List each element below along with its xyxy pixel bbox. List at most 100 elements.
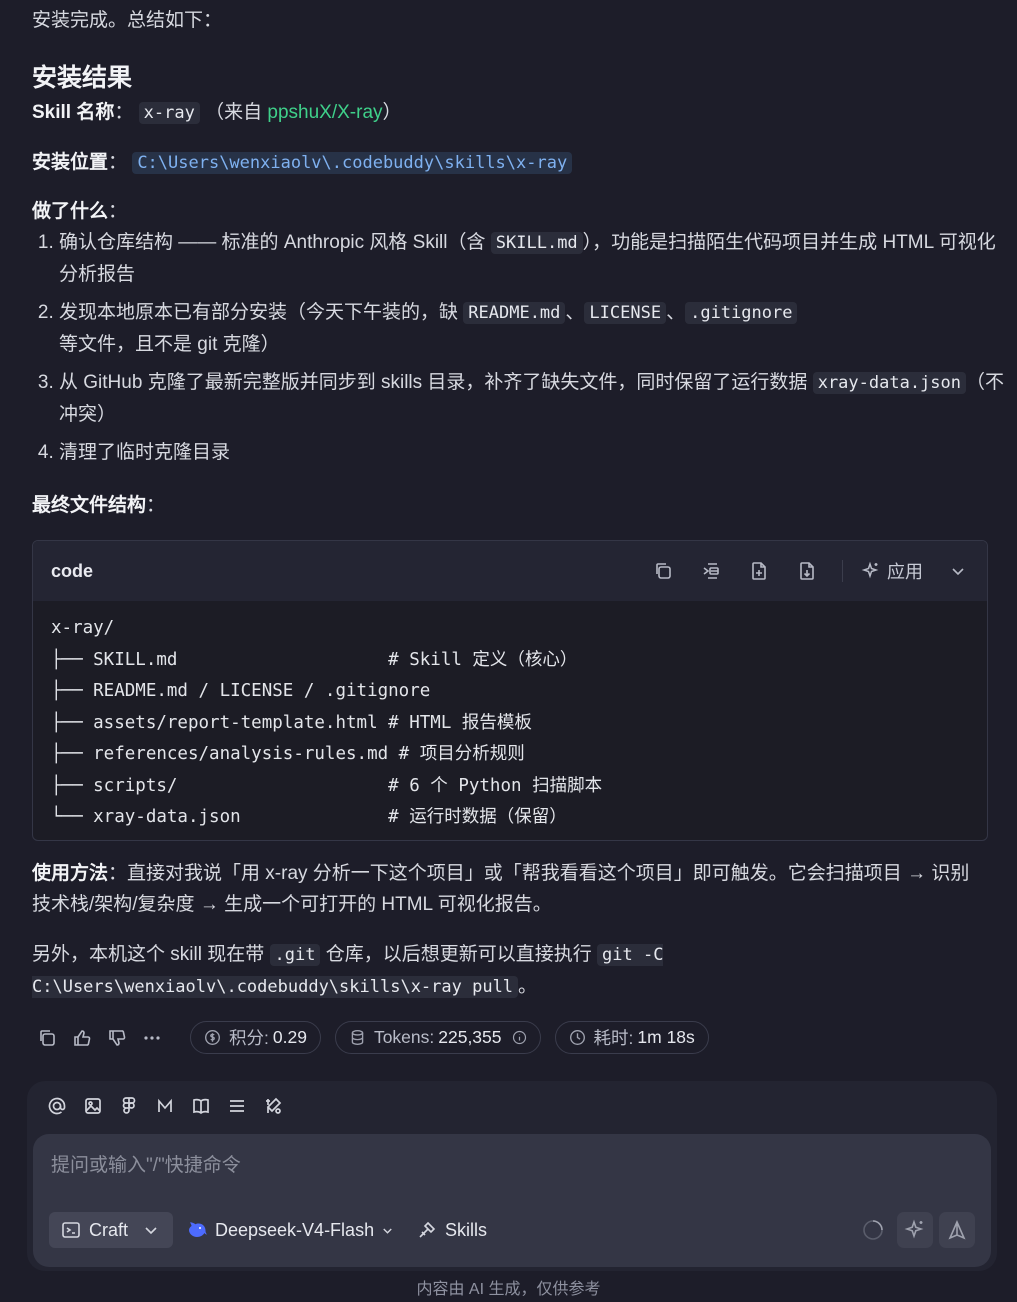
prompt-input[interactable]	[49, 1148, 973, 1192]
save-file-icon[interactable]	[796, 560, 818, 582]
list-item: 确认仓库结构 —— 标准的 Anthropic 风格 Skill（含 SKILL…	[59, 227, 1014, 290]
skill-name-code: x-ray	[138, 102, 200, 124]
sparkle-icon	[904, 1219, 924, 1239]
skill-name-line: Skill 名称： x-ray （来自 ppshuX/X-ray）	[32, 97, 402, 129]
step-code: xray-data.json	[812, 372, 966, 394]
code-line: └── xray-data.json # 运行时数据（保留）	[51, 807, 567, 827]
separator: 、	[666, 302, 686, 323]
chat-message-tail: 使用方法：直接对我说「用 x-ray 分析一下这个项目」或「帮我看看这个项目」即…	[32, 858, 987, 1003]
usage-paragraph: 使用方法：直接对我说「用 x-ray 分析一下这个项目」或「帮我看看这个项目」即…	[32, 858, 987, 920]
image-icon[interactable]	[82, 1095, 104, 1117]
source-link[interactable]: ppshuX/X-ray	[267, 102, 382, 123]
code-line: ├── scripts/ # 6 个 Python 扫描脚本	[51, 775, 603, 796]
colon: ：	[108, 201, 128, 222]
mode-select[interactable]: Craft	[49, 1212, 173, 1248]
thumbs-up-icon[interactable]	[71, 1027, 93, 1049]
divider	[842, 560, 843, 582]
code-block: code 应用 x-ray/ ├── SKILL.md # Skill 定义（核…	[32, 540, 988, 841]
source-prefix: （来自	[205, 102, 268, 123]
time-value: 1m 18s	[637, 1027, 695, 1047]
step-text: 发现本地原本已有部分安装（今天下午装的，缺	[59, 302, 464, 323]
list-item: 从 GitHub 克隆了最新完整版并同步到 skills 目录，补齐了缺失文件，…	[59, 367, 1014, 430]
info-icon[interactable]	[512, 1030, 527, 1045]
colon: ：	[146, 495, 166, 516]
step-text: 等文件，且不是 git 克隆）	[59, 334, 280, 355]
usage-label: 使用方法	[32, 863, 109, 884]
insert-icon[interactable]	[700, 560, 722, 582]
composer-toolbar	[46, 1095, 298, 1117]
usage-text: ：直接对我说「用 x-ray 分析一下这个项目」或「帮我看看这个项目」即可触发。…	[32, 863, 970, 915]
apply-label: 应用	[887, 562, 923, 582]
composer-actions	[849, 1212, 975, 1248]
skill-name-label: Skill 名称	[32, 102, 115, 123]
list-icon[interactable]	[226, 1095, 248, 1117]
chevron-down-icon[interactable]	[947, 560, 969, 582]
tools-icon	[419, 1221, 436, 1238]
apply-button[interactable]: 应用	[861, 558, 923, 584]
m-icon[interactable]	[154, 1095, 176, 1117]
done-label: 做了什么	[32, 201, 109, 222]
done-line: 做了什么：	[32, 196, 127, 227]
at-icon[interactable]	[46, 1095, 68, 1117]
separator: 、	[565, 302, 585, 323]
disclaimer: 内容由 AI 生成，仅供参考	[416, 1281, 601, 1298]
credits-label: 积分:	[229, 1028, 269, 1048]
code-line: x-ray/	[51, 618, 115, 638]
database-icon	[351, 1030, 364, 1045]
code-content: x-ray/ ├── SKILL.md # Skill 定义（核心） ├── R…	[33, 601, 987, 840]
skills-label: Skills	[445, 1219, 488, 1240]
figma-icon[interactable]	[118, 1095, 140, 1117]
step-text: 从 GitHub 克隆了最新完整版并同步到 skills 目录，补齐了缺失文件，…	[59, 372, 813, 393]
time-label: 耗时:	[593, 1028, 634, 1048]
code-line: ├── README.md / LICENSE / .gitignore	[51, 681, 431, 701]
model-select[interactable]: Deepseek-V4-Flash	[186, 1219, 395, 1241]
structure-label: 最终文件结构	[32, 495, 147, 516]
copy-icon[interactable]	[652, 560, 674, 582]
structure-line: 最终文件结构：	[32, 490, 165, 521]
location-path: C:\Users\wenxiaolv\.codebuddy\skills\x-r…	[132, 152, 573, 174]
send-button[interactable]	[939, 1212, 975, 1248]
more-icon[interactable]	[141, 1027, 163, 1049]
list-item: 发现本地原本已有部分安装（今天下午装的，缺 README.md、LICENSE、…	[59, 297, 1014, 360]
code-block-title: code	[51, 560, 94, 581]
copy-icon[interactable]	[36, 1027, 58, 1049]
clock-icon	[569, 1030, 585, 1045]
new-file-icon[interactable]	[748, 560, 770, 582]
code-block-header: code 应用	[33, 541, 987, 601]
skills-button[interactable]: Skills	[416, 1219, 487, 1241]
code-line: ├── SKILL.md # Skill 定义（核心）	[51, 649, 578, 670]
mode-label: Craft	[89, 1219, 129, 1240]
sparkle-icon	[861, 561, 879, 579]
tokens-label: Tokens:	[373, 1027, 435, 1047]
extra-text: 另外，本机这个 skill 现在带	[32, 944, 270, 965]
terminal-icon	[62, 1222, 80, 1238]
colon: ：	[114, 102, 134, 123]
step-code: LICENSE	[584, 302, 667, 324]
thumbs-down-icon[interactable]	[106, 1027, 128, 1049]
code-line: ├── references/analysis-rules.md # 项目分析规…	[51, 744, 525, 764]
intro-text: 安装完成。总结如下：	[32, 10, 223, 31]
model-label: Deepseek-V4-Flash	[215, 1219, 375, 1240]
tokens-badge: Tokens: 225,355	[334, 1021, 541, 1054]
time-badge: 耗时: 1m 18s	[554, 1021, 709, 1054]
location-line: 安装位置： C:\Users\wenxiaolv\.codebuddy\skil…	[32, 147, 573, 179]
source-suffix: ）	[382, 102, 402, 123]
loading-spinner-icon	[855, 1212, 891, 1248]
tokens-value: 225,355	[438, 1027, 502, 1047]
step-text: 确认仓库结构 —— 标准的 Anthropic 风格 Skill（含	[59, 232, 491, 253]
result-heading: 安装结果	[32, 64, 133, 92]
step-code: SKILL.md	[490, 232, 583, 254]
deepseek-whale-icon	[189, 1222, 207, 1237]
book-icon[interactable]	[190, 1095, 212, 1117]
tools-icon[interactable]	[262, 1095, 284, 1117]
chevron-down-icon	[145, 1227, 157, 1235]
extra-text: 。	[518, 976, 538, 997]
enhance-prompt-button[interactable]	[897, 1212, 933, 1248]
message-actions: 积分: 0.29 Tokens: 225,355 耗时: 1m 18s	[36, 1021, 709, 1054]
colon: ：	[108, 152, 128, 173]
credits-badge: 积分: 0.29	[190, 1021, 321, 1054]
extra-paragraph: 另外，本机这个 skill 现在带 .git 仓库，以后想更新可以直接执行 gi…	[32, 939, 732, 1003]
extra-code: .git	[269, 944, 321, 966]
code-line: ├── assets/report-template.html # HTML 报…	[51, 712, 532, 733]
coin-icon	[205, 1030, 220, 1045]
